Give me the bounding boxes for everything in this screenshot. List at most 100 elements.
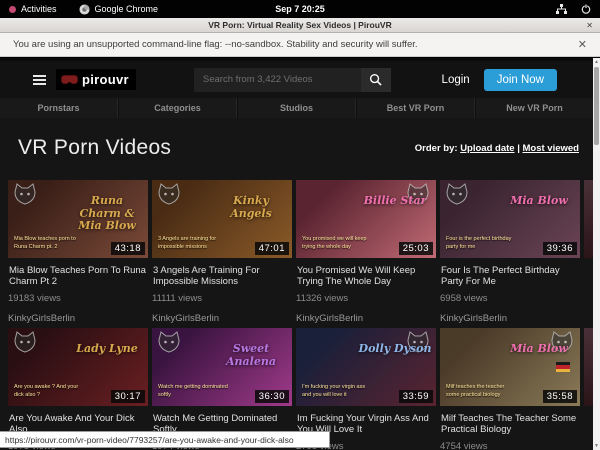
- taskbar: Activities Google Chrome Sep 7 20:25: [0, 0, 600, 18]
- browser-viewport: pirouvr Login Join Now Pornstars Categor…: [0, 58, 600, 450]
- studio-link[interactable]: KinkyGirlsBerlin: [440, 313, 580, 324]
- view-count: 11111 views: [152, 293, 292, 304]
- site-logo[interactable]: pirouvr: [56, 69, 136, 90]
- order-upload-date-link[interactable]: Upload date: [460, 143, 514, 154]
- nav-categories[interactable]: Categories: [118, 98, 237, 118]
- thumbnail-overlay-title: Runa Charm & Mia Blow: [70, 195, 144, 233]
- site-header: pirouvr Login Join Now: [0, 61, 593, 98]
- video-card: Billie Star You promised we will keep tr…: [296, 180, 436, 324]
- thumbnail-overlay-title: Mia Blow: [502, 343, 576, 356]
- window-close-icon[interactable]: ✕: [586, 21, 593, 30]
- video-thumbnail[interactable]: Mia Blow Milf teaches the teacher some p…: [440, 328, 580, 406]
- thumbnail-overlay-title: Billie Star: [358, 195, 432, 208]
- thumbnail-overlay-title: Sweet Analena: [214, 343, 288, 368]
- thumbnail-caption: 3 Angels are training for impossible mis…: [158, 236, 230, 251]
- thumbnail-caption: Milf teaches the teacher some practical …: [446, 384, 518, 399]
- view-count: 4754 views: [440, 441, 580, 450]
- activities-button[interactable]: Activities: [9, 4, 57, 14]
- window-title: VR Porn: Virtual Reality Sex Videos | Pi…: [208, 20, 391, 30]
- join-now-button[interactable]: Join Now: [484, 69, 557, 91]
- thumbnail-overlay-title: Mia Blow: [502, 195, 576, 208]
- duration-badge: 43:18: [111, 242, 145, 255]
- studio-link[interactable]: KinkyGirlsBerlin: [296, 313, 436, 324]
- view-count: 19183 views: [8, 293, 148, 304]
- order-by: Order by: Upload date | Most viewed: [415, 143, 579, 154]
- thumbnail-caption: Watch me getting dominated softly: [158, 384, 230, 399]
- nav-studios[interactable]: Studios: [237, 98, 356, 118]
- video-thumbnail[interactable]: Dolly Dyson I'm fucking your virgin ass …: [296, 328, 436, 406]
- duration-badge: 39:36: [543, 242, 577, 255]
- video-title-link[interactable]: Milf Teaches The Teacher Some Practical …: [441, 413, 579, 436]
- search-icon: [369, 73, 382, 86]
- order-by-label: Order by:: [415, 143, 458, 154]
- activities-label: Activities: [21, 4, 57, 14]
- scroll-up-icon[interactable]: ▲: [593, 58, 600, 66]
- duration-badge: 35:58: [543, 390, 577, 403]
- studio-link[interactable]: KinkyGirlsBerlin: [152, 313, 292, 324]
- thumbnail-overlay-title: Dolly Dyson: [358, 343, 432, 356]
- view-count: 11326 views: [296, 293, 436, 304]
- video-title-link[interactable]: You Promised We Will Keep Trying The Who…: [297, 265, 435, 288]
- duration-badge: 30:17: [111, 390, 145, 403]
- video-thumbnail[interactable]: Kinky Angels 3 Angels are training for i…: [152, 180, 292, 258]
- order-most-viewed-link[interactable]: Most viewed: [523, 143, 580, 154]
- network-icon[interactable]: [556, 4, 567, 14]
- warning-bar: You are using an unsupported command-lin…: [0, 33, 600, 57]
- video-card: Kinky Angels 3 Angels are training for i…: [152, 180, 292, 324]
- status-dot-icon: [9, 6, 16, 13]
- nav-best-vr-porn[interactable]: Best VR Porn: [356, 98, 475, 118]
- video-thumbnail[interactable]: Runa Charm & Mia Blow Mia Blow teaches p…: [8, 180, 148, 258]
- video-card: Mia Blow Four is the perfect birthday pa…: [440, 180, 580, 324]
- power-icon[interactable]: [581, 4, 591, 14]
- thumbnail-overlay-title: Kinky Angels: [214, 195, 288, 220]
- video-title-link[interactable]: Mia Blow Teaches Porn To Runa Charm Pt 2: [9, 265, 147, 288]
- cat-mask-icon: [157, 183, 181, 205]
- duration-badge: 36:30: [255, 390, 289, 403]
- thumbnail-caption: Four is the perfect birthday party for m…: [446, 236, 518, 251]
- video-thumbnail[interactable]: Lady Lyne Are you awake ? And your dick …: [8, 328, 148, 406]
- chrome-icon: [79, 4, 90, 15]
- login-link[interactable]: Login: [442, 74, 470, 86]
- search-bar: [194, 68, 391, 92]
- main-content: VR Porn Videos Order by: Upload date | M…: [0, 118, 593, 450]
- studio-link[interactable]: KinkyGirlsBerlin: [8, 313, 148, 324]
- logo-text: pirouvr: [82, 72, 129, 87]
- search-input[interactable]: [194, 68, 361, 92]
- video-title-link[interactable]: 3 Angels Are Training For Impossible Mis…: [153, 265, 291, 288]
- duration-badge: 33:59: [399, 390, 433, 403]
- nav-pornstars[interactable]: Pornstars: [0, 98, 118, 118]
- vr-goggles-icon: [61, 74, 78, 85]
- thumbnail-caption: You promised we will keep trying the who…: [302, 236, 374, 251]
- duration-badge: 47:01: [255, 242, 289, 255]
- cat-mask-icon: [445, 183, 469, 205]
- video-thumbnail[interactable]: Billie Star You promised we will keep tr…: [296, 180, 436, 258]
- search-button[interactable]: [361, 68, 391, 92]
- duration-badge: 25:03: [399, 242, 433, 255]
- video-thumbnail[interactable]: Mia Blow Four is the perfect birthday pa…: [440, 180, 580, 258]
- german-flag-icon: [556, 362, 570, 372]
- nav-new-vr-porn[interactable]: New VR Porn: [475, 98, 593, 118]
- chrome-taskbar-item[interactable]: Google Chrome: [79, 4, 159, 15]
- menu-icon[interactable]: [33, 75, 46, 85]
- window-titlebar: VR Porn: Virtual Reality Sex Videos | Pi…: [0, 18, 600, 33]
- view-count: 6958 views: [440, 293, 580, 304]
- scrollbar-thumb[interactable]: [594, 67, 599, 145]
- scroll-down-icon[interactable]: ▼: [593, 442, 600, 450]
- thumbnail-caption: I'm fucking your virgin ass and you will…: [302, 384, 374, 399]
- cat-mask-icon: [13, 331, 37, 353]
- video-grid-row-1: Runa Charm & Mia Blow Mia Blow teaches p…: [8, 180, 593, 324]
- video-thumbnail[interactable]: Sweet Analena Watch me getting dominated…: [152, 328, 292, 406]
- video-title-link[interactable]: Four Is The Perfect Birthday Party For M…: [441, 265, 579, 288]
- thumbnail-caption: Are you awake ? And your dick also ?: [14, 384, 86, 399]
- scrollbar[interactable]: ▲ ▼: [593, 58, 600, 450]
- page-title: VR Porn Videos: [18, 136, 171, 160]
- thumbnail-caption: Mia Blow teaches porn to Runa Charm pt. …: [14, 236, 86, 251]
- web-page: pirouvr Login Join Now Pornstars Categor…: [0, 58, 593, 450]
- video-card: Mia Blow Milf teaches the teacher some p…: [440, 328, 580, 450]
- thumbnail-overlay-title: Lady Lyne: [70, 343, 144, 356]
- chrome-label: Google Chrome: [95, 4, 159, 14]
- warning-close-icon[interactable]: ✕: [578, 38, 587, 51]
- clock[interactable]: Sep 7 20:25: [275, 4, 325, 14]
- status-bar-url: https://pirouvr.com/vr-porn-video/779325…: [0, 431, 330, 448]
- cat-mask-icon: [157, 331, 181, 353]
